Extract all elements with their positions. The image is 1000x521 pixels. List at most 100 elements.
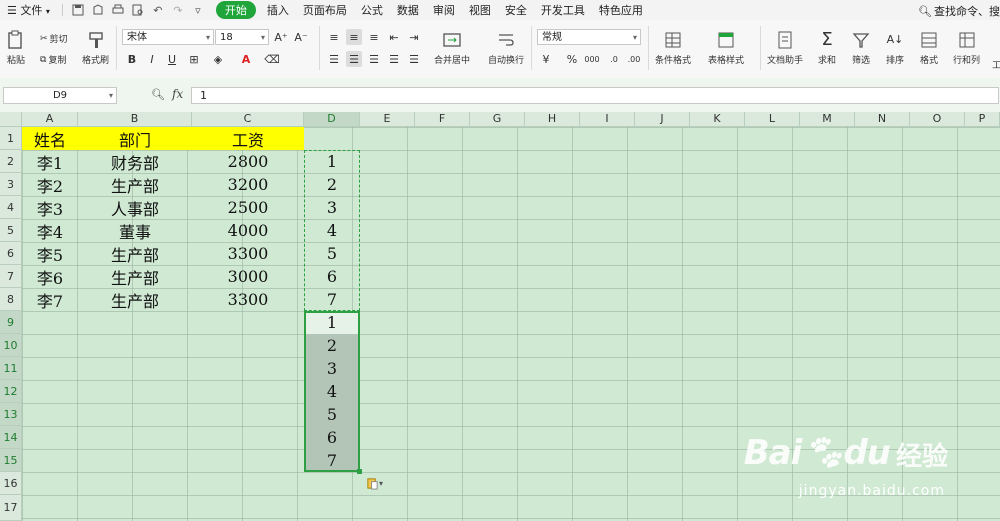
copied-cell[interactable]: 4 <box>304 219 360 242</box>
row-header-15[interactable]: 15 <box>0 449 22 472</box>
table-cell[interactable]: 人事部 <box>78 196 192 219</box>
percent-button[interactable]: % <box>564 51 580 67</box>
indent-increase-icon[interactable]: ⇥ <box>406 29 422 45</box>
file-menu[interactable]: ☰ 文件 ▾ <box>0 2 57 18</box>
zoom-icon[interactable]: 🔍︎ <box>151 88 165 101</box>
column-header-k[interactable]: K <box>690 112 745 127</box>
row-header-6[interactable]: 6 <box>0 242 22 265</box>
column-header-o[interactable]: O <box>910 112 965 127</box>
format-painter-button[interactable]: 格式刷 <box>82 30 109 66</box>
clear-format-icon[interactable]: ⌫ <box>264 51 280 67</box>
row-header-17[interactable]: 17 <box>0 495 22 521</box>
justify-icon[interactable]: ☰ <box>386 51 402 67</box>
row-header-5[interactable]: 5 <box>0 219 22 242</box>
row-header-3[interactable]: 3 <box>0 173 22 196</box>
header-cell[interactable]: 姓名 <box>22 127 78 150</box>
wrap-text-button[interactable]: 自动换行 <box>488 30 524 66</box>
border-icon[interactable]: ⊞ <box>186 51 202 67</box>
pasted-cell[interactable]: 4 <box>304 380 360 403</box>
customize-toolbar-icon[interactable]: ▿ <box>191 3 205 17</box>
copied-cell[interactable]: 1 <box>304 150 360 173</box>
row-header-1[interactable]: 1 <box>0 127 22 150</box>
row-header-10[interactable]: 10 <box>0 334 22 357</box>
column-header-d[interactable]: D <box>304 112 360 127</box>
tab-special-apps[interactable]: 特色应用 <box>592 2 650 18</box>
print-icon[interactable] <box>111 3 125 17</box>
conditional-format-button[interactable]: 条件格式 <box>655 30 691 66</box>
row-header-11[interactable]: 11 <box>0 357 22 380</box>
row-header-16[interactable]: 16 <box>0 472 22 495</box>
copied-cell[interactable]: 2 <box>304 173 360 196</box>
tab-home[interactable]: 开始 <box>215 1 256 19</box>
table-cell[interactable]: 李4 <box>22 219 78 242</box>
pasted-cell[interactable]: 7 <box>304 449 360 472</box>
row-header-13[interactable]: 13 <box>0 403 22 426</box>
decrease-decimal-icon[interactable]: .00 <box>626 51 642 67</box>
font-size-select[interactable]: 18 ▾ <box>215 29 269 45</box>
name-box[interactable]: D9 ▾ <box>3 87 117 104</box>
column-header-h[interactable]: H <box>525 112 580 127</box>
copied-cell[interactable]: 6 <box>304 265 360 288</box>
copy-button[interactable]: ⧉ 复制 <box>40 53 66 67</box>
copied-cell[interactable]: 7 <box>304 288 360 311</box>
copied-cell[interactable]: 5 <box>304 242 360 265</box>
pasted-cell[interactable]: 6 <box>304 426 360 449</box>
tab-insert[interactable]: 插入 <box>260 2 296 18</box>
tab-security[interactable]: 安全 <box>498 2 534 18</box>
document-helper-button[interactable]: 文档助手 <box>767 30 803 66</box>
row-header-14[interactable]: 14 <box>0 426 22 449</box>
increase-decimal-icon[interactable]: .0 <box>606 51 622 67</box>
column-header-p[interactable]: P <box>965 112 1000 127</box>
table-cell[interactable]: 生产部 <box>78 288 192 311</box>
table-cell[interactable]: 李7 <box>22 288 78 311</box>
bold-button[interactable]: B <box>124 51 140 67</box>
align-center-icon[interactable]: ☰ <box>346 51 362 67</box>
fill-handle[interactable] <box>357 469 362 474</box>
pasted-cell[interactable]: 2 <box>304 334 360 357</box>
tab-formulas[interactable]: 公式 <box>354 2 390 18</box>
row-column-button[interactable]: 行和列 <box>953 30 980 66</box>
fill-color-icon[interactable]: ◈ <box>210 51 226 67</box>
table-cell[interactable]: 2800 <box>192 150 304 173</box>
table-cell[interactable]: 3300 <box>192 242 304 265</box>
align-right-icon[interactable]: ☰ <box>366 51 382 67</box>
table-cell[interactable]: 李2 <box>22 173 78 196</box>
pasted-cell[interactable]: 5 <box>304 403 360 426</box>
table-cell[interactable]: 3000 <box>192 265 304 288</box>
pasted-cell[interactable]: 3 <box>304 357 360 380</box>
row-header-8[interactable]: 8 <box>0 288 22 311</box>
paste-options-button[interactable]: ▾ <box>366 477 383 490</box>
paste-button[interactable]: 粘贴 <box>6 30 26 66</box>
save-icon[interactable] <box>71 3 85 17</box>
column-header-a[interactable]: A <box>22 112 78 127</box>
row-header-2[interactable]: 2 <box>0 150 22 173</box>
table-cell[interactable]: 4000 <box>192 219 304 242</box>
table-cell[interactable]: 董事 <box>78 219 192 242</box>
print-preview-icon[interactable] <box>131 3 145 17</box>
column-header-e[interactable]: E <box>360 112 415 127</box>
column-header-b[interactable]: B <box>78 112 192 127</box>
font-color-button[interactable]: A <box>238 51 254 67</box>
row-header-7[interactable]: 7 <box>0 265 22 288</box>
increase-font-icon[interactable]: A⁺ <box>273 29 289 45</box>
table-cell[interactable]: 生产部 <box>78 242 192 265</box>
table-cell[interactable]: 李6 <box>22 265 78 288</box>
table-cell[interactable]: 财务部 <box>78 150 192 173</box>
table-cell[interactable]: 李5 <box>22 242 78 265</box>
merge-center-button[interactable]: 合并居中 <box>434 30 470 66</box>
format-button[interactable]: 格式 <box>919 30 939 66</box>
align-bottom-icon[interactable]: ≡ <box>366 29 382 45</box>
font-name-select[interactable]: 宋体 ▾ <box>122 29 214 45</box>
header-cell[interactable]: 部门 <box>78 127 192 150</box>
table-cell[interactable]: 李1 <box>22 150 78 173</box>
align-left-icon[interactable]: ☰ <box>326 51 342 67</box>
table-cell[interactable]: 生产部 <box>78 265 192 288</box>
tab-review[interactable]: 审阅 <box>426 2 462 18</box>
undo-icon[interactable]: ↶ <box>151 3 165 17</box>
column-header-i[interactable]: I <box>580 112 635 127</box>
copied-cell[interactable]: 3 <box>304 196 360 219</box>
align-top-icon[interactable]: ≡ <box>326 29 342 45</box>
select-all-corner[interactable] <box>0 112 22 127</box>
currency-icon[interactable]: ¥ <box>538 51 554 67</box>
align-middle-icon[interactable]: ≡ <box>346 29 362 45</box>
